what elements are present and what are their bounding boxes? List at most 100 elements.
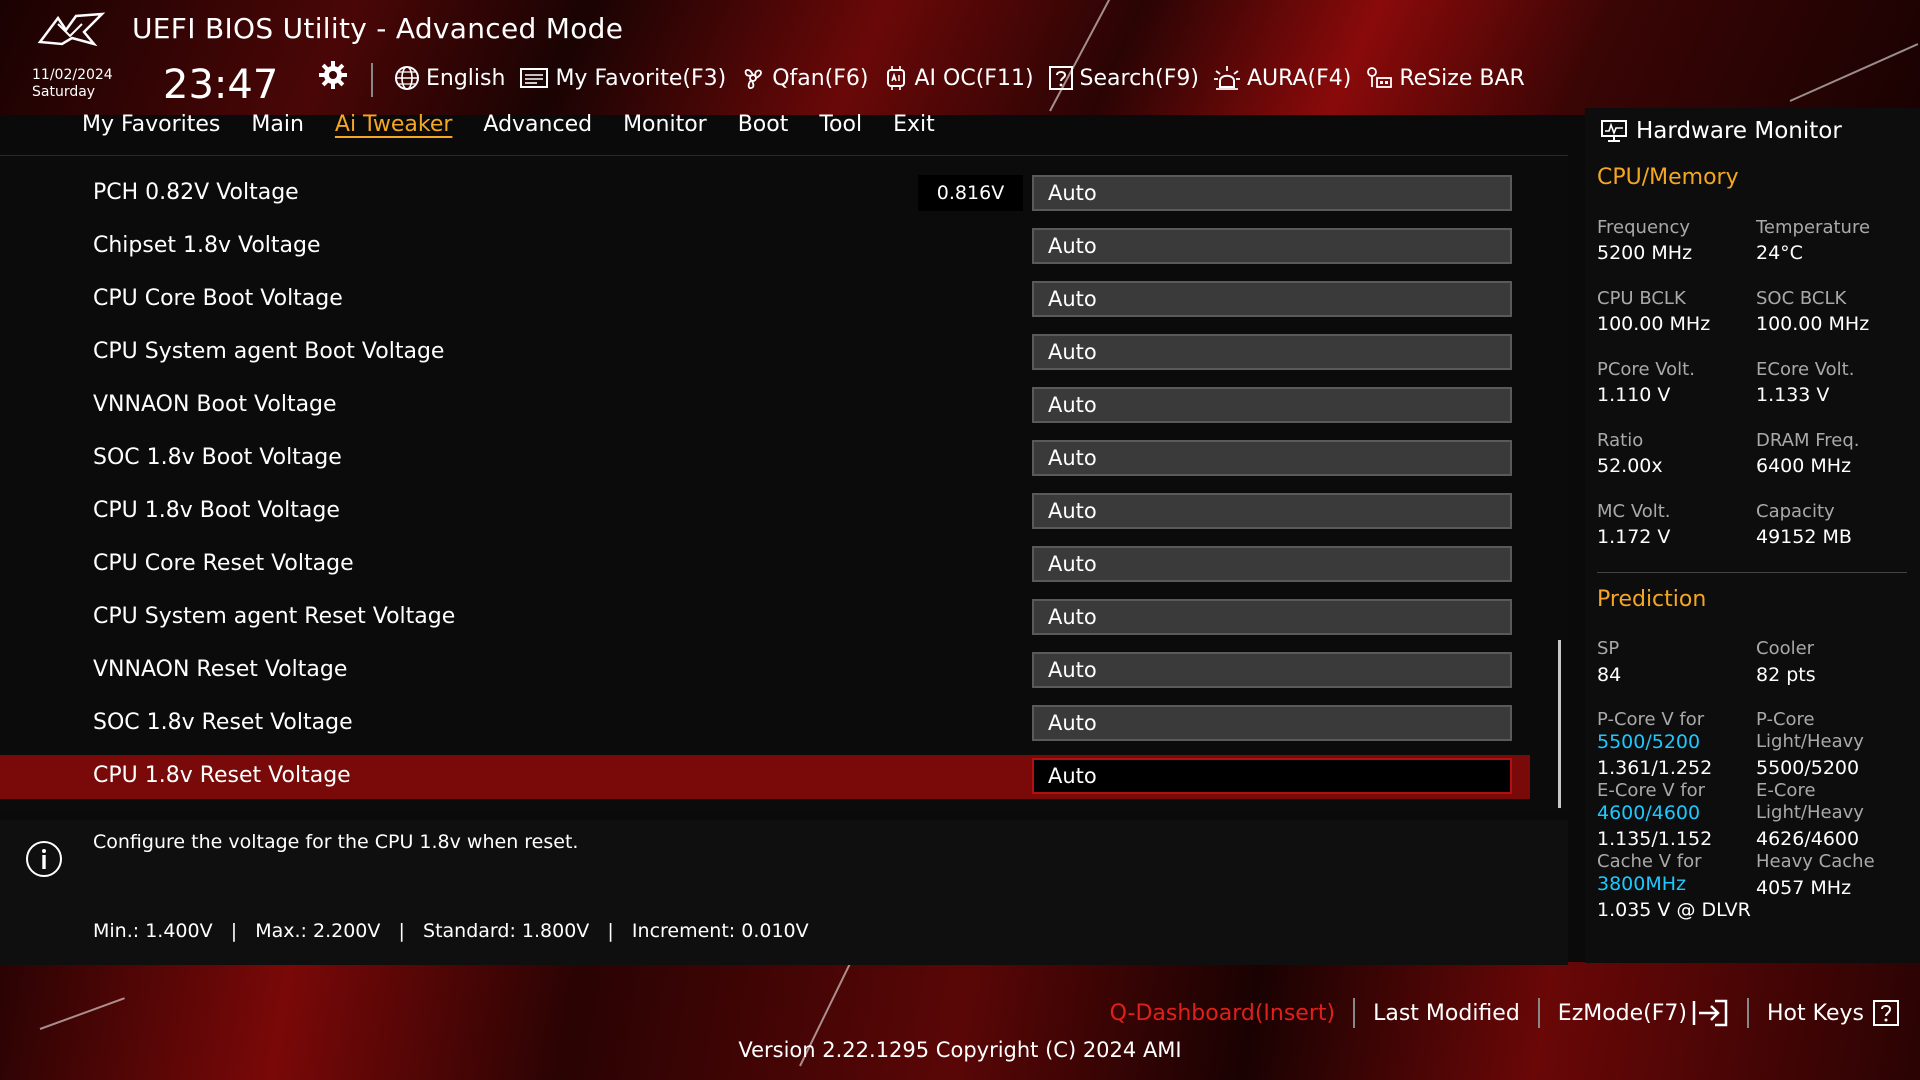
resize-bar-button[interactable]: ReSize BAR <box>1365 65 1525 91</box>
setting-value-field[interactable]: Auto <box>1032 652 1512 688</box>
scrollbar[interactable] <box>1558 640 1561 808</box>
ecore-volt-label: ECore Volt. <box>1756 359 1855 380</box>
setting-value-field[interactable]: Auto <box>1032 175 1512 211</box>
globe-icon <box>395 66 419 90</box>
cache-v-for-value: 1.035 V @ DLVR <box>1597 899 1751 921</box>
app-title: UEFI BIOS Utility - Advanced Mode <box>132 12 624 45</box>
setting-row-cpu-sa-reset[interactable]: CPU System agent Reset Voltage Auto <box>0 596 1530 640</box>
info-icon <box>25 840 63 878</box>
setting-value-field[interactable]: Auto <box>1032 281 1512 317</box>
gear-icon[interactable] <box>318 60 348 90</box>
qfan-button[interactable]: Qfan(F6) <box>740 65 869 91</box>
cache-v-for-label: Cache V for <box>1597 851 1702 872</box>
setting-value-field[interactable]: Auto <box>1032 599 1512 635</box>
setting-label: SOC 1.8v Boot Voltage <box>93 445 342 470</box>
frequency-value: 5200 MHz <box>1597 242 1693 264</box>
setting-row-vnnaon-reset[interactable]: VNNAON Reset Voltage Auto <box>0 649 1530 693</box>
cpu-bclk-label: CPU BCLK <box>1597 288 1686 309</box>
ezmode-label: EzMode(F7) <box>1557 1000 1688 1026</box>
q-dashboard-button[interactable]: Q-Dashboard(Insert) <box>1110 1001 1336 1026</box>
sp-value: 84 <box>1597 664 1622 686</box>
voltage-readout: 0.816V <box>918 175 1023 211</box>
setting-row-cpu-core-boot[interactable]: CPU Core Boot Voltage Auto <box>0 278 1530 322</box>
hotkeys-question-icon <box>1873 1000 1899 1026</box>
menu-exit[interactable]: Exit <box>893 112 935 137</box>
ecore-lh-sublabel: Light/Heavy <box>1756 802 1864 823</box>
pcore-v-for-value: 1.361/1.252 <box>1597 757 1713 779</box>
menu-my-favorites[interactable]: My Favorites <box>82 112 220 137</box>
toolbar: English My Favorite(F3) Qfan(F6) AI OC(F… <box>394 60 1539 96</box>
setting-label: Chipset 1.8v Voltage <box>93 233 321 258</box>
menu-advanced[interactable]: Advanced <box>483 112 592 137</box>
setting-label: SOC 1.8v Reset Voltage <box>93 710 353 735</box>
setting-row-cpu-18v-boot[interactable]: CPU 1.8v Boot Voltage Auto <box>0 490 1530 534</box>
my-favorite-button[interactable]: My Favorite(F3) <box>519 66 726 91</box>
cpu-memory-heading: CPU/Memory <box>1597 165 1739 190</box>
setting-label: CPU System agent Reset Voltage <box>93 604 456 629</box>
setting-value-field[interactable]: Auto <box>1032 440 1512 476</box>
ai-oc-label: AI OC(F11) <box>914 65 1034 91</box>
setting-row-soc-18v-reset[interactable]: SOC 1.8v Reset Voltage Auto <box>0 702 1530 746</box>
rog-logo-icon <box>36 10 106 50</box>
setting-value-field[interactable]: Auto <box>1032 387 1512 423</box>
dram-freq-value: 6400 MHz <box>1756 455 1852 477</box>
heavy-cache-label: Heavy Cache <box>1756 851 1875 872</box>
setting-row-vnnaon-boot[interactable]: VNNAON Boot Voltage Auto <box>0 384 1530 428</box>
menu-tool[interactable]: Tool <box>819 112 862 137</box>
hot-keys-label: Hot Keys <box>1767 1000 1864 1026</box>
footer-divider <box>1747 998 1750 1028</box>
temperature-label: Temperature <box>1756 217 1871 238</box>
dram-freq-label: DRAM Freq. <box>1756 430 1860 451</box>
help-description: Configure the voltage for the CPU 1.8v w… <box>93 831 579 853</box>
ratio-value: 52.00x <box>1597 455 1663 477</box>
setting-row-soc-18v-boot[interactable]: SOC 1.8v Boot Voltage Auto <box>0 437 1530 481</box>
aura-button[interactable]: AURA(F4) <box>1213 65 1351 91</box>
setting-label: VNNAON Reset Voltage <box>93 657 348 682</box>
soc-bclk-label: SOC BCLK <box>1756 288 1847 309</box>
setting-label: CPU Core Boot Voltage <box>93 286 343 311</box>
time-display: 23:47 <box>163 62 279 108</box>
setting-row-cpu-core-reset[interactable]: CPU Core Reset Voltage Auto <box>0 543 1530 587</box>
footer-divider <box>1353 998 1356 1028</box>
main-menu: My Favorites Main Ai Tweaker Advanced Mo… <box>82 112 966 137</box>
heavy-cache-value: 4057 MHz <box>1756 877 1852 899</box>
menu-boot[interactable]: Boot <box>738 112 789 137</box>
menu-ai-tweaker[interactable]: Ai Tweaker <box>335 112 453 137</box>
setting-label: CPU 1.8v Boot Voltage <box>93 498 340 523</box>
setting-value-field[interactable]: Auto <box>1032 334 1512 370</box>
ecore-lh-value: 4626/4600 <box>1756 828 1860 850</box>
last-modified-button[interactable]: Last Modified <box>1373 1001 1520 1026</box>
resize-bar-icon <box>1367 67 1393 88</box>
ecore-lh-label: E-Core <box>1756 780 1816 801</box>
setting-value-field[interactable]: Auto <box>1032 546 1512 582</box>
cache-v-for-freq: 3800MHz <box>1597 873 1687 895</box>
setting-value-field[interactable]: Auto <box>1032 705 1512 741</box>
hot-keys-button[interactable]: Hot Keys <box>1767 999 1900 1027</box>
header-divider <box>371 63 373 97</box>
setting-label: VNNAON Boot Voltage <box>93 392 337 417</box>
day-text: Saturday <box>32 84 96 100</box>
setting-row-cpu-sa-boot[interactable]: CPU System agent Boot Voltage Auto <box>0 331 1530 375</box>
pcore-lh-label: P-Core <box>1756 709 1815 730</box>
setting-value-field[interactable]: Auto <box>1032 758 1512 794</box>
pcore-volt-value: 1.110 V <box>1597 384 1671 406</box>
search-label: Search(F9) <box>1079 65 1199 91</box>
search-button[interactable]: Search(F9) <box>1048 65 1199 91</box>
setting-value-field[interactable]: Auto <box>1032 493 1512 529</box>
my-favorite-label: My Favorite(F3) <box>555 65 727 91</box>
setting-row-pch-082v[interactable]: PCH 0.82V Voltage 0.816V Auto <box>0 172 1530 216</box>
setting-row-chipset-18v[interactable]: Chipset 1.8v Voltage Auto <box>0 225 1530 269</box>
pcore-v-for-freq: 5500/5200 <box>1597 731 1701 753</box>
setting-row-cpu-18v-reset[interactable]: CPU 1.8v Reset Voltage Auto <box>0 755 1530 799</box>
ai-oc-button[interactable]: AI OC(F11) <box>883 65 1034 91</box>
setting-value-field[interactable]: Auto <box>1032 228 1512 264</box>
ezmode-button[interactable]: EzMode(F7) <box>1558 999 1729 1027</box>
setting-label: CPU System agent Boot Voltage <box>93 339 445 364</box>
ecore-v-for-value: 1.135/1.152 <box>1597 828 1713 850</box>
menu-monitor[interactable]: Monitor <box>623 112 707 137</box>
pcore-lh-value: 5500/5200 <box>1756 757 1860 779</box>
language-button[interactable]: English <box>394 65 505 91</box>
monitor-icon <box>1601 120 1627 142</box>
menu-main[interactable]: Main <box>251 112 304 137</box>
panel-top-border <box>0 155 1568 156</box>
